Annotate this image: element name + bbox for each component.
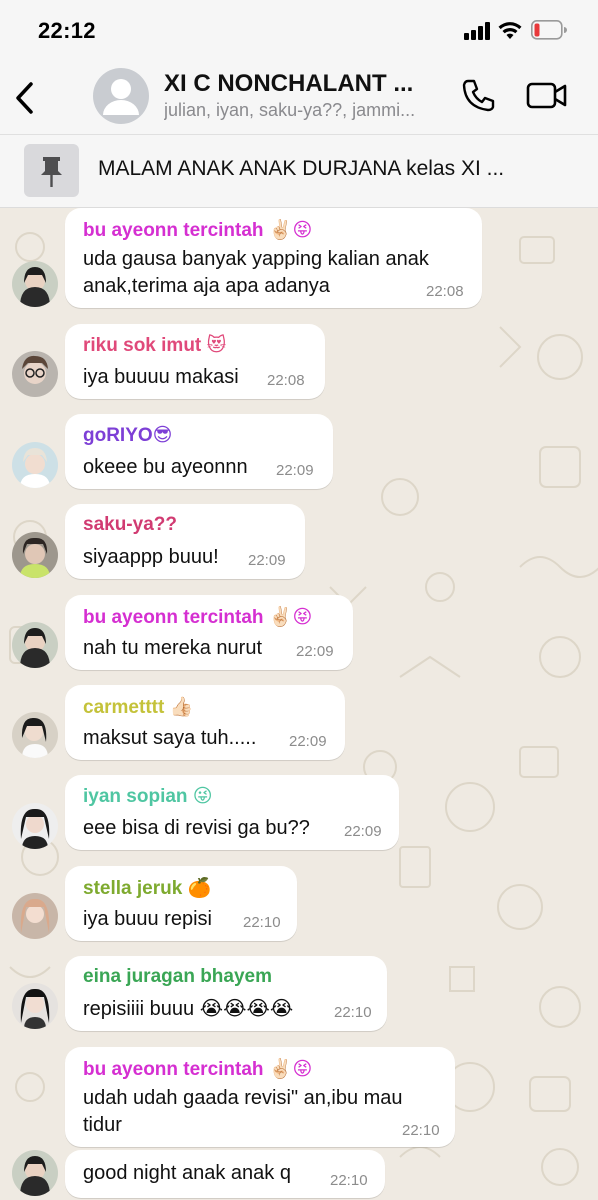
message-text: repisiiii buuu 😭😭😭😭	[83, 998, 294, 1020]
avatar-bu-ayeonn[interactable]	[12, 261, 58, 307]
message-bubble[interactable]: goRIYO😎 okeee bu ayeonnn 22:09	[65, 414, 333, 489]
message-bubble[interactable]: carmetttt 👍🏻 maksut saya tuh..... 22:09	[65, 685, 345, 760]
message-time: 22:08	[267, 372, 305, 389]
pin-icon	[41, 157, 62, 187]
avatar-eina[interactable]	[12, 983, 58, 1029]
avatar-goriyo[interactable]	[12, 442, 58, 488]
message-bubble[interactable]: bu ayeonn tercintah ✌🏻😝 uda gausa banyak…	[65, 208, 482, 308]
message-bubble[interactable]: eina juragan bhayem repisiiii buuu 😭😭😭😭 …	[65, 956, 387, 1031]
message-bubble[interactable]: good night anak anak q 22:10	[65, 1150, 385, 1198]
battery-low-icon	[531, 20, 567, 40]
avatar-stella[interactable]	[12, 893, 58, 939]
message-text: siyaappp buuu!	[83, 546, 219, 568]
message-text: uda gausa banyak yapping kalian anak	[83, 248, 429, 270]
message-bubble[interactable]: saku-ya?? siyaappp buuu! 22:09	[65, 504, 305, 579]
cellular-signal-icon	[464, 22, 490, 40]
message-text: tidur	[83, 1114, 122, 1136]
avatar-bu-ayeonn[interactable]	[12, 1150, 58, 1196]
message-bubble[interactable]: riku sok imut 😻 iya buuuu makasi 22:08	[65, 324, 325, 399]
sender-name[interactable]: stella jeruk 🍊	[83, 876, 211, 900]
group-title[interactable]: XI C NONCHALANT ...	[164, 70, 434, 98]
message-text: anak,terima aja apa adanya	[83, 275, 330, 297]
chat-area[interactable]: bu ayeonn tercintah ✌🏻😝 uda gausa banyak…	[0, 207, 598, 1200]
avatar-iyan[interactable]	[12, 803, 58, 849]
default-person-icon	[103, 79, 139, 115]
message-text: eee bisa di revisi ga bu??	[83, 817, 310, 839]
message-bubble[interactable]: bu ayeonn tercintah ✌🏻😝 nah tu mereka nu…	[65, 595, 353, 670]
message-time: 22:10	[334, 1004, 372, 1021]
message-time: 22:09	[248, 552, 286, 569]
pin-thumbnail	[24, 144, 79, 197]
sender-name[interactable]: bu ayeonn tercintah ✌🏻😝	[83, 1057, 312, 1081]
sender-name[interactable]: goRIYO😎	[83, 424, 172, 447]
message-text: nah tu mereka nurut	[83, 637, 262, 659]
message-time: 22:09	[289, 733, 327, 750]
message-text: maksut saya tuh.....	[83, 727, 257, 749]
message-time: 22:09	[296, 643, 334, 660]
sender-name[interactable]: bu ayeonn tercintah ✌🏻😝	[83, 605, 312, 629]
status-bar: 22:12	[0, 0, 598, 62]
phone-icon[interactable]	[462, 78, 496, 112]
message-text: udah udah gaada revisi" an,ibu mau	[83, 1087, 403, 1109]
message-time: 22:09	[276, 462, 314, 479]
avatar-carmettt[interactable]	[12, 712, 58, 758]
avatar-riku[interactable]	[12, 351, 58, 397]
sender-name[interactable]: riku sok imut 😻	[83, 334, 226, 357]
chat-header: XI C NONCHALANT ... julian, iyan, saku-y…	[0, 62, 598, 134]
avatar-bu-ayeonn[interactable]	[12, 622, 58, 668]
sender-name[interactable]: bu ayeonn tercintah ✌🏻😝	[83, 218, 312, 242]
message-time: 22:09	[344, 823, 382, 840]
wifi-icon	[498, 22, 522, 39]
message-bubble[interactable]: stella jeruk 🍊 iya buuu repisi 22:10	[65, 866, 297, 941]
pinned-text: MALAM ANAK ANAK DURJANA kelas XI ...	[98, 157, 505, 180]
message-text: iya buuu repisi	[83, 908, 212, 930]
message-bubble[interactable]: bu ayeonn tercintah ✌🏻😝 udah udah gaada …	[65, 1047, 455, 1147]
message-time: 22:10	[402, 1122, 440, 1139]
sender-name[interactable]: carmetttt 👍🏻	[83, 695, 193, 719]
status-time: 22:12	[38, 18, 96, 43]
message-text: okeee bu ayeonnn	[83, 456, 248, 478]
group-members[interactable]: julian, iyan, saku-ya??, jammi...	[164, 100, 444, 121]
message-text: good night anak anak q	[83, 1162, 291, 1184]
message-time: 22:10	[243, 914, 281, 931]
avatar-saku-ya[interactable]	[12, 532, 58, 578]
sender-name[interactable]: eina juragan bhayem	[83, 966, 272, 988]
sender-name[interactable]: saku-ya??	[83, 514, 177, 536]
message-time: 22:10	[330, 1172, 368, 1189]
group-avatar[interactable]	[93, 68, 149, 124]
sender-name[interactable]: iyan sopian 😜	[83, 785, 213, 808]
message-bubble[interactable]: iyan sopian 😜 eee bisa di revisi ga bu??…	[65, 775, 399, 850]
message-text: iya buuuu makasi	[83, 366, 239, 388]
pinned-message-bar[interactable]: MALAM ANAK ANAK DURJANA kelas XI ...	[0, 134, 598, 208]
message-time: 22:08	[426, 283, 464, 300]
back-arrow-icon[interactable]	[12, 78, 36, 118]
video-call-icon[interactable]	[526, 78, 568, 112]
